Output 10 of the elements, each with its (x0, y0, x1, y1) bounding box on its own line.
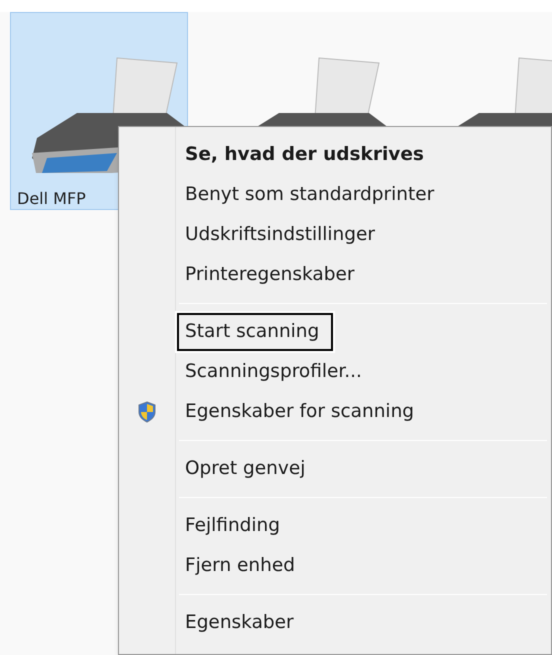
menu-item[interactable]: Scanningsprofiler... (177, 353, 376, 391)
device-label: Dell MFP (17, 188, 86, 210)
menu-item[interactable]: Udskriftsindstillinger (177, 216, 389, 254)
menu-item[interactable]: Opret genvej (177, 450, 320, 488)
menu-item[interactable]: Fjern enhed (177, 547, 310, 585)
menu-item[interactable]: Start scanning (177, 313, 334, 351)
menu-item[interactable]: Egenskaber (177, 604, 308, 642)
menu-item[interactable]: Printeregenskaber (177, 256, 368, 294)
menu-item[interactable]: Fejlfinding (177, 507, 294, 545)
menu-item[interactable]: Egenskaber for scanning (177, 393, 428, 431)
